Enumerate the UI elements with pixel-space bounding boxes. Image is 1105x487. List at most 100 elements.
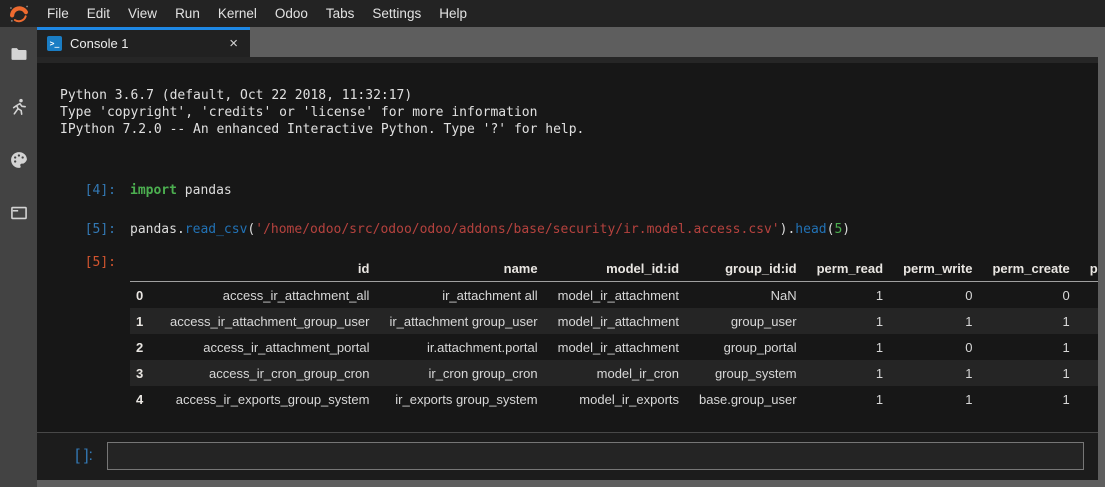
code-cell-4: [4]: import pandas bbox=[60, 182, 1098, 199]
console-history: Python 3.6.7 (default, Oct 22 2018, 11:3… bbox=[37, 63, 1098, 432]
col-perm-unlink: perm_unlink bbox=[1070, 255, 1098, 282]
table-header-row: id name model_id:id group_id:id perm_rea… bbox=[130, 255, 1098, 282]
col-perm-write: perm_write bbox=[883, 255, 972, 282]
cell-model: model_ir_exports bbox=[538, 386, 679, 412]
row-index: 3 bbox=[130, 360, 150, 386]
input-prompt-4: [4]: bbox=[60, 182, 130, 199]
cell-name: ir.attachment.portal bbox=[369, 334, 537, 360]
cell-group: group_portal bbox=[679, 334, 797, 360]
cell-group: base.group_user bbox=[679, 386, 797, 412]
console-panel: Python 3.6.7 (default, Oct 22 2018, 11:3… bbox=[37, 57, 1098, 480]
ipython-banner: Python 3.6.7 (default, Oct 22 2018, 11:3… bbox=[60, 87, 1098, 138]
code-token: ). bbox=[780, 222, 796, 237]
row-index: 2 bbox=[130, 334, 150, 360]
row-index: 4 bbox=[130, 386, 150, 412]
corner-cell bbox=[130, 255, 150, 282]
cell-name: ir_attachment all bbox=[369, 282, 537, 309]
cell-perm-read: 1 bbox=[797, 334, 883, 360]
app-body: >_ Console 1 × Python 3.6.7 (default, Oc… bbox=[0, 27, 1105, 487]
menu-help[interactable]: Help bbox=[430, 6, 476, 21]
code-token: '/home/odoo/src/odoo/odoo/addons/base/se… bbox=[255, 222, 779, 237]
menu-odoo[interactable]: Odoo bbox=[266, 6, 317, 21]
menu-edit[interactable]: Edit bbox=[78, 6, 119, 21]
file-browser-icon[interactable] bbox=[8, 43, 30, 65]
cell-name: ir_attachment group_user bbox=[369, 308, 537, 334]
col-name: name bbox=[369, 255, 537, 282]
menu-tabs[interactable]: Tabs bbox=[317, 6, 364, 21]
dataframe-header: id name model_id:id group_id:id perm_rea… bbox=[130, 255, 1098, 282]
cell-name: ir_cron group_cron bbox=[369, 360, 537, 386]
menu-bar: File Edit View Run Kernel Odoo Tabs Sett… bbox=[0, 0, 1105, 27]
code-token: import bbox=[130, 183, 177, 198]
output-prompt-5: [5]: bbox=[60, 254, 130, 271]
cell-perm-unlink: 1 bbox=[1070, 360, 1098, 386]
col-perm-read: perm_read bbox=[797, 255, 883, 282]
col-perm-create: perm_create bbox=[972, 255, 1069, 282]
menu-view[interactable]: View bbox=[119, 6, 166, 21]
cell-model: model_ir_attachment bbox=[538, 282, 679, 309]
code-token: ) bbox=[842, 222, 850, 237]
cell-perm-write: 0 bbox=[883, 282, 972, 309]
cell-model: model_ir_cron bbox=[538, 360, 679, 386]
cell-perm-unlink: 1 bbox=[1070, 386, 1098, 412]
cell-id: access_ir_attachment_group_user bbox=[150, 308, 369, 334]
cell-perm-read: 1 bbox=[797, 386, 883, 412]
cell-perm-create: 0 bbox=[972, 282, 1069, 309]
empty-input-prompt: [ ]: bbox=[37, 442, 107, 470]
dataframe-table: id name model_id:id group_id:id perm_rea… bbox=[130, 255, 1098, 412]
cell-perm-create: 1 bbox=[972, 334, 1069, 360]
cell-perm-write: 1 bbox=[883, 386, 972, 412]
table-row: 3 access_ir_cron_group_cron ir_cron grou… bbox=[130, 360, 1098, 386]
console-icon: >_ bbox=[47, 36, 62, 51]
code-token: pandas. bbox=[130, 222, 185, 237]
cell-id: access_ir_exports_group_system bbox=[150, 386, 369, 412]
cell-perm-unlink: 0 bbox=[1070, 282, 1098, 309]
col-id: id bbox=[150, 255, 369, 282]
row-index: 1 bbox=[130, 308, 150, 334]
command-palette-icon[interactable] bbox=[8, 149, 30, 171]
code-cell-5: [5]: pandas.read_csv('/home/odoo/src/odo… bbox=[60, 221, 1098, 238]
menu-run[interactable]: Run bbox=[166, 6, 209, 21]
running-sessions-icon[interactable] bbox=[8, 96, 30, 118]
cell-group: NaN bbox=[679, 282, 797, 309]
menu-kernel[interactable]: Kernel bbox=[209, 6, 266, 21]
table-row: 1 access_ir_attachment_group_user ir_att… bbox=[130, 308, 1098, 334]
table-row: 0 access_ir_attachment_all ir_attachment… bbox=[130, 282, 1098, 309]
input-prompt-5: [5]: bbox=[60, 221, 130, 238]
banner-line-3: IPython 7.2.0 -- An enhanced Interactive… bbox=[60, 121, 1098, 138]
col-model-id: model_id:id bbox=[538, 255, 679, 282]
cell-model: model_ir_attachment bbox=[538, 308, 679, 334]
col-group-id: group_id:id bbox=[679, 255, 797, 282]
open-tabs-icon[interactable] bbox=[8, 202, 30, 224]
table-row: 4 access_ir_exports_group_system ir_expo… bbox=[130, 386, 1098, 412]
cell-perm-unlink: 0 bbox=[1070, 334, 1098, 360]
output-cell-5: [5]: id name model_id:id group_id:id per… bbox=[60, 254, 1098, 412]
menu-settings[interactable]: Settings bbox=[363, 6, 430, 21]
cell-name: ir_exports group_system bbox=[369, 386, 537, 412]
cell-perm-read: 1 bbox=[797, 360, 883, 386]
tab-close-icon[interactable]: × bbox=[227, 35, 240, 52]
odoo-logo-icon bbox=[8, 3, 30, 25]
row-index: 0 bbox=[130, 282, 150, 309]
code-line-5: pandas.read_csv('/home/odoo/src/odoo/odo… bbox=[130, 221, 850, 238]
cell-group: group_system bbox=[679, 360, 797, 386]
dock-panel: >_ Console 1 × Python 3.6.7 (default, Oc… bbox=[37, 27, 1105, 487]
cell-perm-write: 1 bbox=[883, 308, 972, 334]
banner-line-2: Type 'copyright', 'credits' or 'license'… bbox=[60, 104, 1098, 121]
cell-perm-read: 1 bbox=[797, 282, 883, 309]
cell-perm-create: 1 bbox=[972, 386, 1069, 412]
cell-perm-write: 1 bbox=[883, 360, 972, 386]
cell-perm-create: 1 bbox=[972, 360, 1069, 386]
tab-label: Console 1 bbox=[70, 36, 129, 51]
cell-perm-write: 0 bbox=[883, 334, 972, 360]
activity-sidebar bbox=[0, 27, 37, 487]
console-code-input[interactable] bbox=[107, 442, 1084, 470]
cell-id: access_ir_attachment_all bbox=[150, 282, 369, 309]
cell-id: access_ir_attachment_portal bbox=[150, 334, 369, 360]
cell-perm-read: 1 bbox=[797, 308, 883, 334]
code-token: pandas bbox=[177, 183, 232, 198]
menu-file[interactable]: File bbox=[38, 6, 78, 21]
code-token: head bbox=[795, 222, 826, 237]
tab-console-1[interactable]: >_ Console 1 × bbox=[37, 27, 250, 57]
table-row: 2 access_ir_attachment_portal ir.attachm… bbox=[130, 334, 1098, 360]
